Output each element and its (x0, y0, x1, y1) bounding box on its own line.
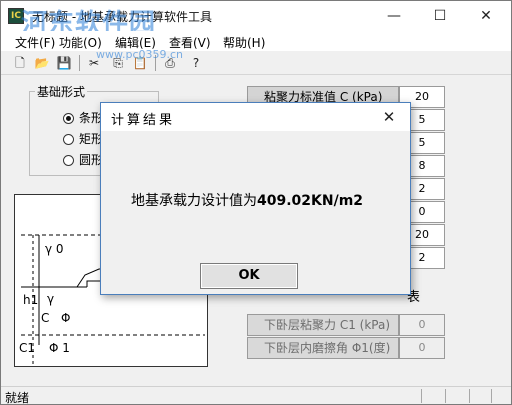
lower-layer-friction-angle-input[interactable]: 0 (399, 337, 445, 359)
param-row-disabled: 下卧层内磨擦角 Φ1(度) 0 (247, 337, 447, 359)
title-bar: IC 无标题 - 地基承载力计算软件工具 河东软件园 — ☐ ✕ (1, 1, 511, 39)
open-folder-icon[interactable]: 📂 (33, 54, 51, 72)
radio-dot-icon (63, 155, 74, 166)
toolbar-separator (79, 55, 80, 71)
menu-file[interactable]: 文件(F) (15, 34, 55, 51)
diagram-label-gamma0: γ 0 (45, 242, 64, 256)
diagram-label-gamma: γ (47, 292, 55, 306)
foundation-type-title: 基础形式 (35, 83, 88, 100)
dialog-close-icon[interactable]: ✕ (377, 107, 401, 127)
diagram-label-phi: Φ (61, 311, 71, 325)
help-icon[interactable]: ? (187, 54, 205, 72)
dialog-body: 地基承载力设计值为409.02KN/m2 OK (101, 131, 410, 294)
param-row-disabled: 下卧层粘聚力 C1 (kPa) 0 (247, 314, 447, 336)
radio-rectangular-foundation[interactable]: 矩形 (63, 130, 103, 147)
result-dialog: 计算结果 ✕ 地基承载力设计值为409.02KN/m2 OK (100, 102, 411, 295)
minimize-button[interactable]: — (371, 1, 417, 31)
menu-bar: 文件(F) 功能(O) 编辑(E) 查看(V) 帮助(H) (1, 31, 511, 51)
lower-layer-friction-angle-label: 下卧层内磨擦角 Φ1(度) (247, 337, 399, 359)
new-file-icon[interactable]: 🗋 (11, 54, 29, 72)
save-icon[interactable]: 💾 (55, 54, 73, 72)
status-text: 就绪 (5, 391, 30, 405)
radio-strip-foundation[interactable]: 条形 (63, 109, 103, 126)
diagram-label-c1: C1 (19, 341, 36, 355)
watermark-url: www.pc0359.cn (96, 48, 184, 61)
diagram-label-phi1: Φ 1 (49, 341, 70, 355)
radio-dot-icon (63, 113, 74, 124)
status-divider (491, 389, 492, 403)
lower-layer-cohesion-input[interactable]: 0 (399, 314, 445, 336)
toolbar: 🗋 📂 💾 ✂ ⎘ 📋 ⎙ ? (1, 51, 511, 75)
diagram-label-c: C (41, 311, 50, 325)
status-divider (469, 389, 470, 403)
close-window-button[interactable]: ✕ (463, 1, 509, 31)
dialog-title: 计算结果 (111, 113, 176, 128)
radio-circular-foundation[interactable]: 圆形 (63, 151, 103, 168)
ok-button[interactable]: OK (200, 263, 298, 289)
diagram-label-h1: h1 (23, 293, 39, 307)
dialog-message-value: 409.02KN/m2 (257, 193, 364, 209)
status-divider (421, 389, 422, 403)
dialog-message: 地基承载力设计值为409.02KN/m2 (131, 190, 363, 210)
maximize-button[interactable]: ☐ (417, 1, 463, 31)
dialog-message-prefix: 地基承载力设计值为 (131, 193, 257, 209)
dialog-title-bar: 计算结果 ✕ (101, 103, 410, 131)
status-divider (445, 389, 446, 403)
lower-layer-cohesion-label: 下卧层粘聚力 C1 (kPa) (247, 314, 399, 336)
status-bar: 就绪 (1, 386, 511, 405)
radio-dot-icon (63, 134, 74, 145)
menu-help[interactable]: 帮助(H) (223, 34, 265, 51)
